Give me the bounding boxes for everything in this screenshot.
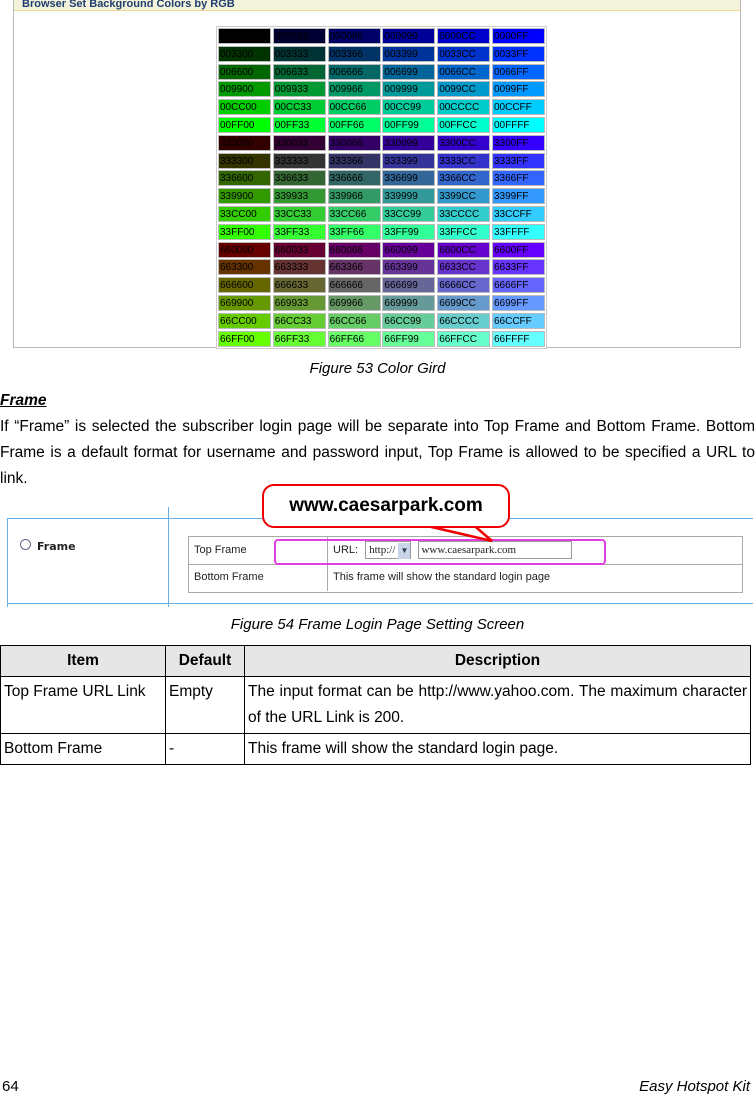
page-number: 64 — [2, 1078, 19, 1095]
cell-item: Top Frame URL Link — [0, 676, 166, 734]
cell-description: This frame will show the standard login … — [244, 733, 751, 765]
url-callout: www.caesarpark.com — [262, 484, 510, 528]
cell-default: Empty — [165, 676, 245, 734]
table-row: Bottom Frame - This frame will show the st… — [0, 733, 751, 765]
frame-settings-description-table: Item Default Description Top Frame URL Lin… — [0, 645, 751, 765]
table-row: Top Frame URL Link Empty The input format … — [0, 676, 751, 734]
cell-description: The input format can be http://www.yahoo… — [244, 676, 751, 734]
header-description: Description — [244, 645, 751, 677]
doc-title: Easy Hotspot Kit — [639, 1078, 750, 1095]
figure-54-caption: Figure 54 Frame Login Page Setting Scree… — [230, 616, 525, 633]
cell-item: Bottom Frame — [0, 733, 166, 765]
cell-default: - — [165, 733, 245, 765]
header-default: Default — [165, 645, 245, 677]
header-item: Item — [0, 645, 166, 677]
